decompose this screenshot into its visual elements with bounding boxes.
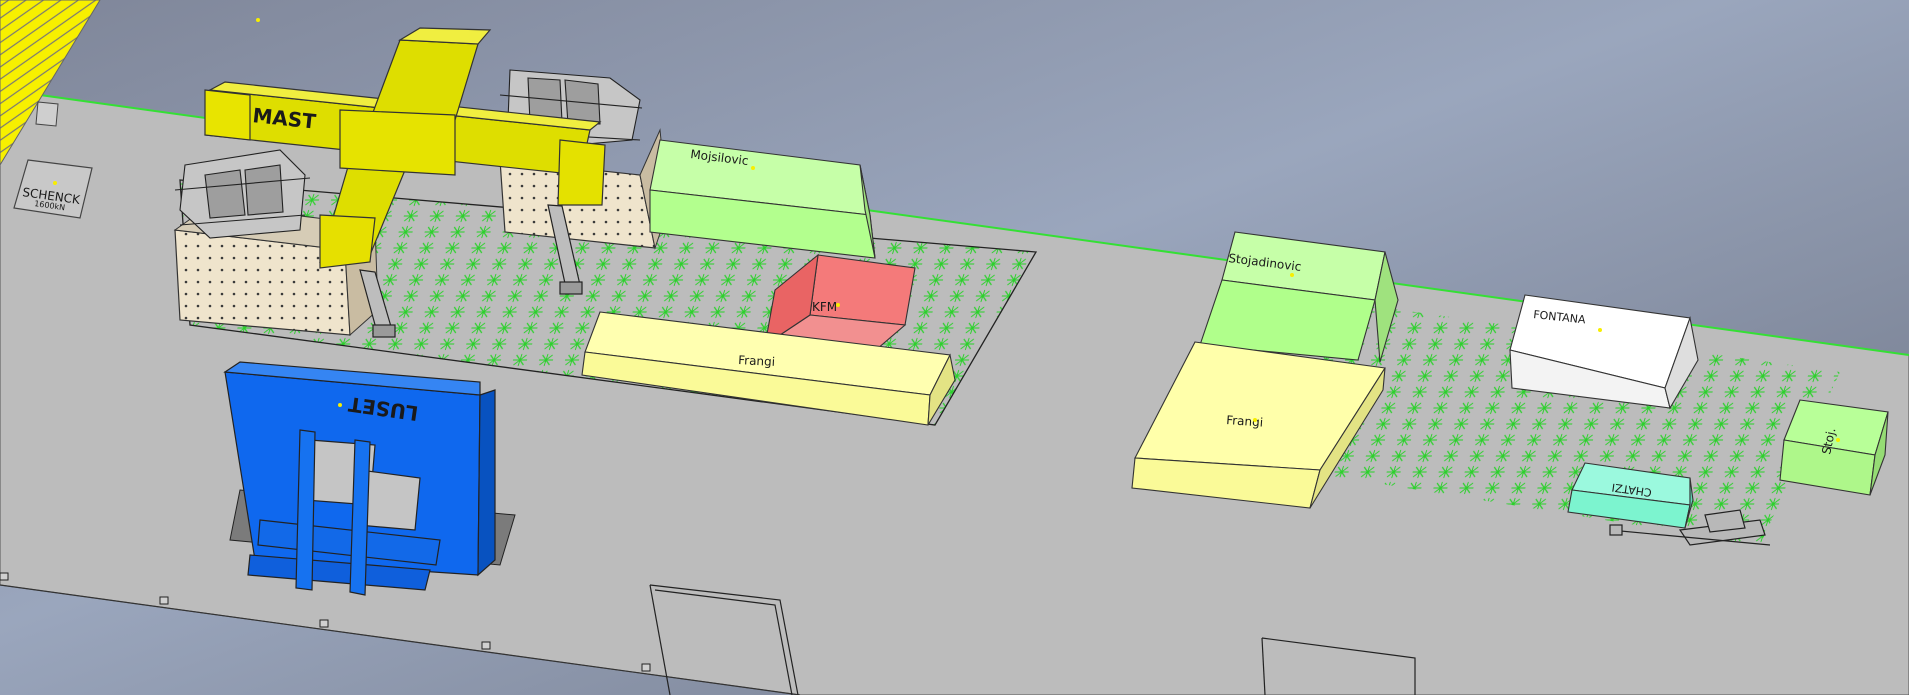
floor-step — [35, 101, 59, 127]
mast-actuator-left — [174, 149, 311, 239]
kfm-label: KFM — [812, 300, 837, 314]
frangi-left-label: Frangi — [738, 353, 776, 369]
lab-floor-scene: SCHENCK 1600kN MAST Mojsilovic KFM Frang… — [0, 0, 1909, 695]
frangi-right-label: Frangi — [1226, 413, 1264, 430]
